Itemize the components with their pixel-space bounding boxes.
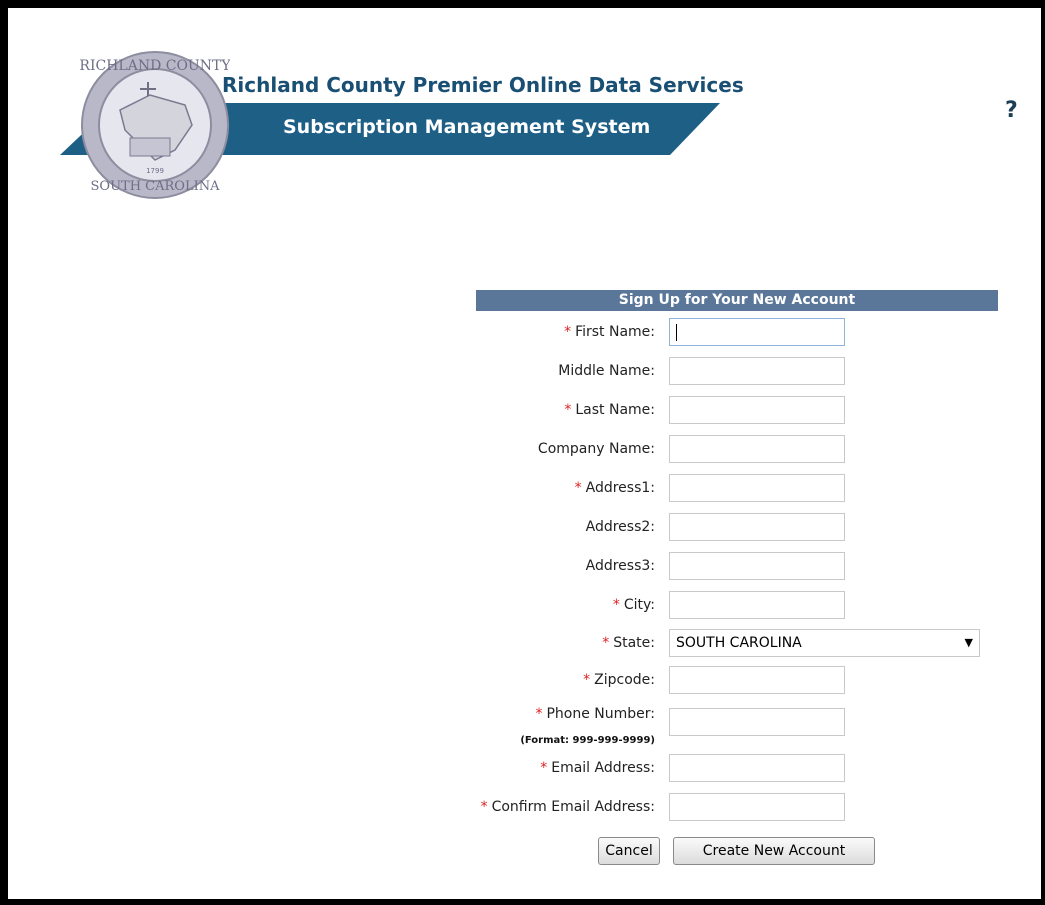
phone-label: * Phone Number: — [535, 706, 655, 722]
email-label: * Email Address: — [540, 760, 655, 776]
required-marker: * — [602, 635, 610, 651]
city-input[interactable] — [669, 591, 845, 619]
last-name-label: * Last Name: — [564, 402, 655, 418]
address3-row: Address3: — [470, 552, 1000, 582]
site-subtitle: Subscription Management System — [283, 116, 651, 138]
help-icon[interactable]: ? — [1005, 98, 1018, 123]
email-input[interactable] — [669, 754, 845, 782]
cancel-button[interactable]: Cancel — [598, 837, 660, 865]
address2-input[interactable] — [669, 513, 845, 541]
svg-text:RICHLAND COUNTY: RICHLAND COUNTY — [80, 58, 230, 74]
confirm-email-row: * Confirm Email Address: — [470, 793, 1000, 823]
city-label: * City: — [612, 597, 655, 613]
company-name-input[interactable] — [669, 435, 845, 463]
state-label: * State: — [602, 635, 655, 651]
address2-row: Address2: — [470, 513, 1000, 543]
required-marker: * — [564, 324, 572, 340]
confirm-email-label: * Confirm Email Address: — [480, 799, 655, 815]
required-marker: * — [535, 706, 543, 722]
phone-format-hint: (Format: 999-999-9999) — [520, 735, 655, 746]
middle-name-label: Middle Name: — [558, 363, 655, 379]
middle-name-row: Middle Name: — [470, 357, 1000, 387]
email-row: * Email Address: — [470, 754, 1000, 784]
middle-name-input[interactable] — [669, 357, 845, 385]
address2-label: Address2: — [585, 519, 655, 535]
site-title: Richland County Premier Online Data Serv… — [222, 73, 744, 97]
last-name-row: * Last Name: — [470, 396, 1000, 426]
required-marker: * — [540, 760, 548, 776]
required-marker: * — [480, 799, 488, 815]
confirm-email-input[interactable] — [669, 793, 845, 821]
company-name-label: Company Name: — [537, 441, 655, 457]
zipcode-row: * Zipcode: — [470, 666, 1000, 696]
form-heading: Sign Up for Your New Account — [476, 290, 998, 311]
last-name-input[interactable] — [669, 396, 845, 424]
address3-input[interactable] — [669, 552, 845, 580]
county-seal-logo: RICHLAND COUNTY SOUTH CAROLINA 1799 — [80, 51, 230, 199]
dropdown-arrow-icon: ▼ — [964, 636, 973, 649]
phone-row: * Phone Number: (Format: 999-999-9999) — [470, 706, 1000, 750]
svg-text:SOUTH CAROLINA: SOUTH CAROLINA — [91, 179, 221, 194]
address1-row: * Address1: — [470, 474, 1000, 504]
address3-label: Address3: — [585, 558, 655, 574]
first-name-input[interactable] — [669, 318, 845, 346]
zipcode-input[interactable] — [669, 666, 845, 694]
first-name-row: * First Name: — [470, 318, 1000, 348]
text-cursor — [676, 324, 677, 341]
required-marker: * — [564, 402, 572, 418]
address1-input[interactable] — [669, 474, 845, 502]
zipcode-label: * Zipcode: — [583, 672, 655, 688]
state-selected-value: SOUTH CAROLINA — [676, 635, 802, 651]
address1-label: * Address1: — [574, 480, 655, 496]
city-row: * City: — [470, 591, 1000, 621]
required-marker: * — [583, 672, 591, 688]
required-marker: * — [574, 480, 582, 496]
state-select[interactable]: SOUTH CAROLINA ▼ — [669, 629, 980, 657]
state-row: * State: SOUTH CAROLINA ▼ — [470, 629, 1000, 659]
svg-text:1799: 1799 — [146, 167, 164, 175]
required-marker: * — [612, 597, 620, 613]
company-name-row: Company Name: — [470, 435, 1000, 465]
create-account-button[interactable]: Create New Account — [673, 837, 875, 865]
phone-input[interactable] — [669, 708, 845, 736]
first-name-label: * First Name: — [564, 324, 655, 340]
